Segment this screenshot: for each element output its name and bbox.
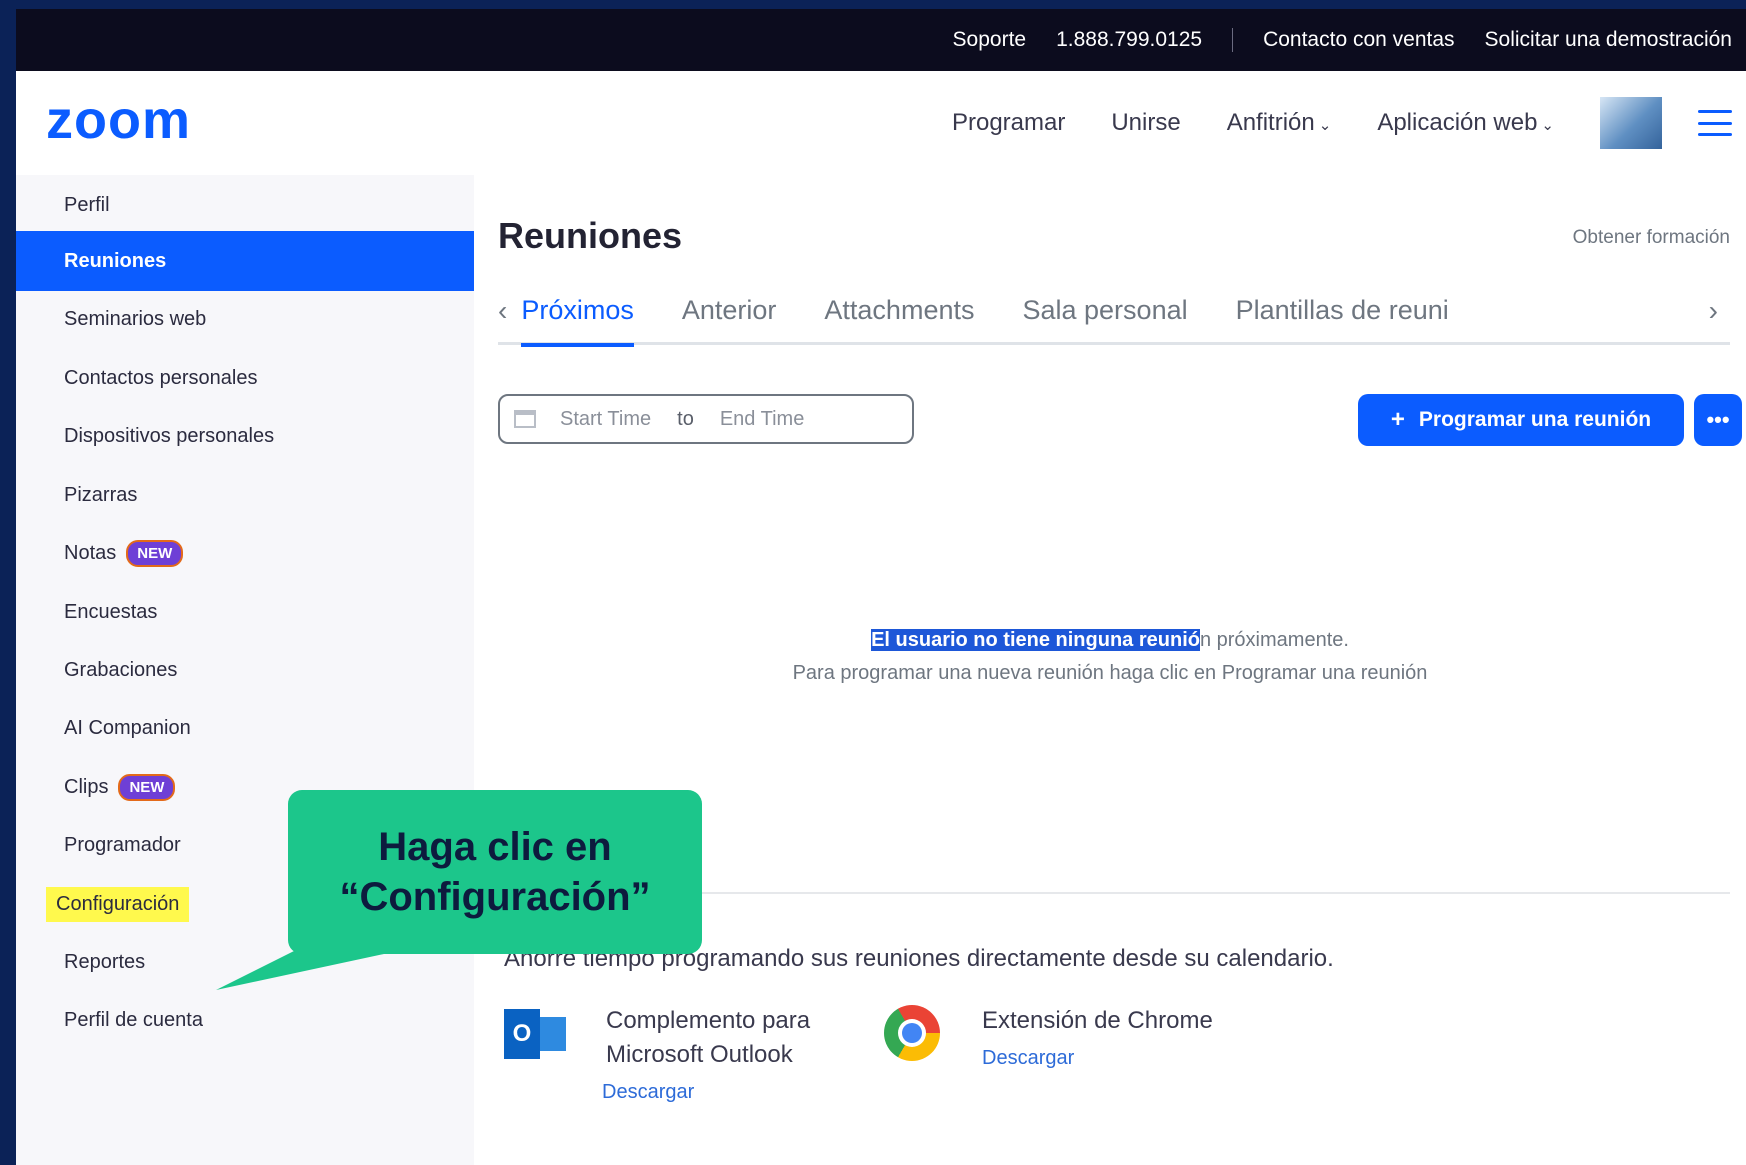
- sidebar-item-label: Contactos personales: [64, 366, 258, 389]
- sidebar-item-label: Configuración: [46, 886, 190, 922]
- sidebar-item-label: Programador: [64, 833, 181, 856]
- nav-join[interactable]: Unirse: [1111, 109, 1180, 137]
- date-range-separator: to: [677, 407, 694, 430]
- nav-web-app[interactable]: Aplicación web ⌄: [1377, 109, 1554, 137]
- sidebar-item-recordings[interactable]: Grabaciones: [16, 640, 474, 700]
- sidebar-item-ai-companion[interactable]: AI Companion: [16, 698, 474, 758]
- sidebar-item-label: Perfil: [64, 193, 110, 216]
- sidebar-item-label: Perfil de cuenta: [64, 1008, 203, 1031]
- outlook-addon-title: Complemento para Microsoft Outlook: [606, 1004, 810, 1072]
- date-range-picker[interactable]: Start Time to End Time: [498, 394, 914, 444]
- utility-divider: [1232, 28, 1234, 52]
- chevron-left-icon[interactable]: ‹: [498, 295, 507, 327]
- sidebar-item-personal-contacts[interactable]: Contactos personales: [16, 348, 474, 408]
- outlook-title-line2: Microsoft Outlook: [606, 1041, 793, 1068]
- tab-previous[interactable]: Anterior: [682, 278, 777, 344]
- avatar[interactable]: [1600, 97, 1662, 149]
- new-badge: NEW: [118, 773, 176, 801]
- get-training-link[interactable]: Obtener formación: [1573, 227, 1730, 249]
- support-link[interactable]: Soporte: [953, 28, 1027, 52]
- outlook-letter: O: [504, 1009, 540, 1059]
- utility-bar: Soporte 1.888.799.0125 Contacto con vent…: [16, 9, 1746, 71]
- chrome-icon: [884, 1005, 940, 1061]
- request-demo-link[interactable]: Solicitar una demostración: [1485, 28, 1732, 52]
- zoom-window: Soporte 1.888.799.0125 Contacto con vent…: [16, 9, 1746, 1165]
- header-nav: Programar Unirse Anfitrión ⌄ Aplicación w…: [952, 71, 1746, 175]
- tab-personal-room[interactable]: Sala personal: [1022, 278, 1187, 344]
- sidebar-item-notes[interactable]: Notas NEW: [16, 523, 474, 583]
- tab-attachments[interactable]: Attachments: [824, 278, 974, 344]
- sidebar: Perfil Reuniones Seminarios web Contacto…: [16, 175, 474, 1165]
- schedule-meeting-label: Programar una reunión: [1418, 408, 1652, 431]
- instruction-callout: Haga clic en “Configuración”: [288, 790, 702, 954]
- sidebar-item-account-profile[interactable]: Perfil de cuenta: [16, 990, 474, 1050]
- callout-line1: Haga clic en: [378, 825, 612, 869]
- meeting-tabs: ‹ Próximos Anterior Attachments Sala per…: [498, 278, 1730, 347]
- chrome-download-link[interactable]: Descargar: [982, 1047, 1074, 1070]
- nav-host[interactable]: Anfitrión ⌄: [1227, 109, 1332, 137]
- sidebar-item-label: Grabaciones: [64, 658, 178, 681]
- chrome-extension-title: Extensión de Chrome: [982, 1007, 1213, 1034]
- sidebar-item-label: Seminarios web: [64, 307, 207, 330]
- empty-state-message: El usuario no tiene ninguna reunión próx…: [474, 629, 1746, 652]
- tab-upcoming[interactable]: Próximos: [521, 278, 634, 347]
- tab-meeting-templates[interactable]: Plantillas de reuni: [1236, 278, 1449, 344]
- callout-line2: “Configuración”: [339, 875, 651, 919]
- nav-host-label: Anfitrión: [1226, 109, 1315, 136]
- schedule-meeting-button[interactable]: + Programar una reunión: [1358, 394, 1684, 446]
- outlook-icon: O: [504, 1005, 568, 1063]
- sidebar-item-label: Clips: [64, 775, 109, 798]
- chevron-down-icon: ⌄: [1318, 117, 1332, 134]
- page-title: Reuniones: [498, 215, 683, 256]
- nav-web-app-label: Aplicación web: [1377, 109, 1538, 136]
- sidebar-item-profile[interactable]: Perfil: [16, 175, 474, 235]
- more-options-button[interactable]: •••: [1694, 394, 1742, 446]
- sidebar-item-label: Pizarras: [64, 483, 138, 506]
- zoom-logo[interactable]: zoom: [46, 89, 191, 151]
- sidebar-item-whiteboards[interactable]: Pizarras: [16, 465, 474, 525]
- outlook-title-line1: Complemento para: [606, 1007, 811, 1034]
- sidebar-item-polls[interactable]: Encuestas: [16, 582, 474, 642]
- sidebar-item-label: AI Companion: [64, 716, 191, 739]
- sidebar-item-label: Dispositivos personales: [64, 424, 275, 447]
- sidebar-item-meetings[interactable]: Reuniones: [16, 231, 474, 291]
- main-content: Reuniones Obtener formación ‹ Próximos A…: [474, 175, 1746, 1165]
- hamburger-menu-icon[interactable]: [1698, 110, 1732, 136]
- main-header: zoom Programar Unirse Anfitrión ⌄ Aplicac…: [16, 71, 1746, 175]
- sidebar-item-webinars[interactable]: Seminarios web: [16, 289, 474, 349]
- sidebar-item-label: Notas: [64, 541, 117, 564]
- start-time-input[interactable]: Start Time: [560, 408, 651, 431]
- calendar-icon: [514, 410, 536, 428]
- new-badge: NEW: [126, 539, 184, 567]
- selected-text: El usuario no tiene ninguna reunió: [871, 629, 1200, 651]
- chevron-down-icon: ⌄: [1541, 117, 1554, 134]
- empty-state-hint: Para programar una nueva reunión haga cl…: [792, 662, 1428, 684]
- empty-state-rest: n próximamente.: [1199, 629, 1349, 651]
- chevron-right-icon[interactable]: ›: [1709, 295, 1718, 327]
- plus-icon: +: [1390, 406, 1405, 433]
- support-phone-link[interactable]: 1.888.799.0125: [1056, 28, 1202, 52]
- outlook-download-link[interactable]: Descargar: [602, 1081, 694, 1104]
- contact-sales-link[interactable]: Contacto con ventas: [1263, 28, 1454, 52]
- sidebar-item-label: Reuniones: [64, 249, 167, 272]
- sidebar-item-label: Encuestas: [64, 600, 158, 623]
- sidebar-item-label: Reportes: [64, 950, 146, 973]
- sidebar-item-personal-devices[interactable]: Dispositivos personales: [16, 406, 474, 466]
- end-time-input[interactable]: End Time: [720, 408, 804, 431]
- nav-schedule[interactable]: Programar: [952, 109, 1065, 137]
